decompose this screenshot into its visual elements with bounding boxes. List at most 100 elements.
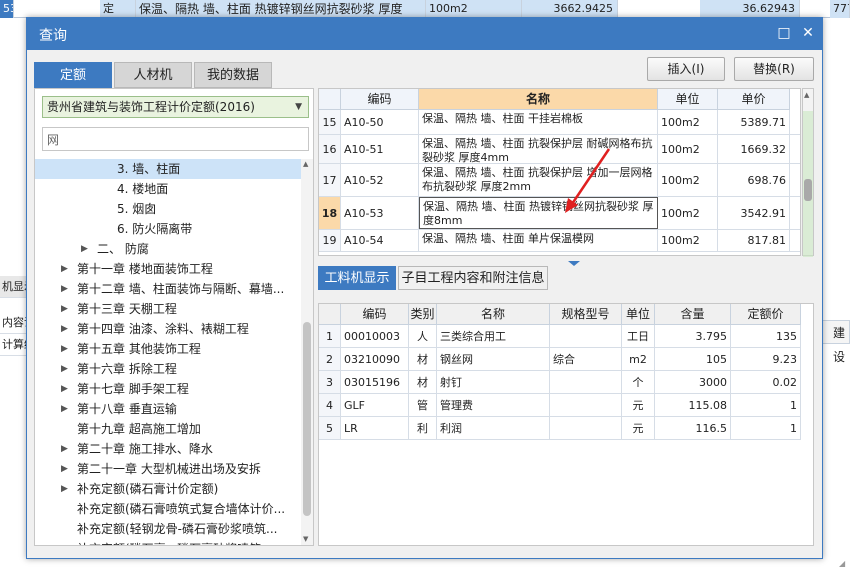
tree-node[interactable]: ▶ 第十八章 垂直运输 [35,399,301,419]
grid-header-code[interactable]: 编码 [341,89,419,110]
tab-content-notes[interactable]: 子目工程内容和附注信息 [398,266,548,290]
replace-button[interactable]: 替换(R) [734,57,814,81]
chevron-right-icon[interactable]: ▶ [61,319,68,339]
chevron-right-icon[interactable]: ▶ [61,439,68,459]
close-icon[interactable]: ✕ [799,24,817,42]
tree-node[interactable]: ▶ 第十二章 墙、柱面装饰与隔断、幕墙... [35,279,301,299]
tree-node-label: 第二十章 施工排水、降水 [77,442,213,456]
grid-header-price[interactable]: 单价 [718,89,790,110]
background-grid-row: 53 定 保温、隔热 墙、柱面 热镀锌钢丝网抗裂砂浆 厚度 100m2 3662… [0,0,850,18]
resize-grip-icon[interactable]: ◢ [839,559,849,569]
tree-node[interactable]: 补充定额(轻钢龙骨-磷石膏砂浆喷筑... [35,519,301,539]
tab-my-data[interactable]: 我的数据 [194,62,272,88]
quota-unit: 100m2 [658,135,718,163]
grid-header-name[interactable]: 名称 [437,304,550,325]
tree-node[interactable]: ▶ 第十六章 拆除工程 [35,359,301,379]
tree-node-label: 6. 防火隔离带 [117,222,193,236]
grid-header-type[interactable]: 类别 [409,304,437,325]
tree-node[interactable]: ▶ 第十七章 脚手架工程 [35,379,301,399]
tree-node-label: 3. 墙、柱面 [117,162,181,176]
scroll-up-icon[interactable]: ▲ [804,91,809,99]
quota-grid: 编码 名称 单位 单价 15 A10-50 保温、隔热 墙、柱面 干挂岩棉板 100m… [318,88,801,256]
grid-header-price[interactable]: 定额价 [731,304,801,325]
grid-header-unit[interactable]: 单位 [658,89,718,110]
chevron-right-icon[interactable]: ▶ [61,339,68,359]
tab-quota[interactable]: 定额 [34,62,112,88]
resource-code: LR [341,417,409,439]
quota-unit: 100m2 [658,197,718,229]
tab-resource-display[interactable]: 工料机显示 [318,266,396,290]
resource-code: 03015196 [341,371,409,393]
tree-node[interactable]: ▶ 第十五章 其他装饰工程 [35,339,301,359]
chevron-right-icon[interactable]: ▶ [61,359,68,379]
dialog-titlebar[interactable]: 查询 □ ✕ [27,18,822,50]
quota-row[interactable]: 15 A10-50 保温、隔热 墙、柱面 干挂岩棉板 100m2 5389.71 [319,110,800,135]
tree-scrollbar[interactable]: ▲ ▼ [301,159,313,545]
tree-node[interactable]: ▶ 第十三章 天棚工程 [35,299,301,319]
resource-spec: 综合 [550,348,622,370]
tree-node[interactable]: 第十九章 超高施工增加 [35,419,301,439]
resource-row[interactable]: 2 03210090 材钢丝网 综合 m2 105 9.23 [319,348,801,371]
restore-icon[interactable]: □ [775,24,793,42]
chevron-right-icon[interactable]: ▶ [61,299,68,319]
grid-header-code[interactable]: 编码 [341,304,409,325]
tree-node[interactable]: 3. 墙、柱面 [35,159,301,179]
resource-code: GLF [341,394,409,416]
quota-grid-scrollbar-thumb[interactable] [804,179,812,201]
scroll-down-icon[interactable]: ▼ [303,535,308,543]
library-select[interactable]: 贵州省建筑与装饰工程计价定额(2016) ▼ [42,96,309,118]
chevron-right-icon[interactable]: ▶ [61,459,68,479]
chevron-right-icon[interactable]: ▶ [61,279,68,299]
tree-node-label: 第十七章 脚手架工程 [77,382,189,396]
chevron-right-icon[interactable]: ▶ [61,479,68,499]
quota-name: 保温、隔热 墙、柱面 单片保温模网 [419,230,658,251]
grid-header-spec[interactable]: 规格型号 [550,304,622,325]
quota-row[interactable]: 19 A10-54 保温、隔热 墙、柱面 单片保温模网 100m2 817.81 [319,230,800,252]
resource-row[interactable]: 5 LR 利利润 元 116.5 1 [319,417,801,440]
tree-node[interactable]: ▶ 第十一章 楼地面装饰工程 [35,259,301,279]
tree-scrollbar-thumb[interactable] [303,322,311,516]
tree-node[interactable]: ▶ 第二十一章 大型机械进出场及安拆 [35,459,301,479]
quota-library-panel: 贵州省建筑与装饰工程计价定额(2016) ▼ 3. 墙、柱面 4. 楼地面 5. 烟… [34,88,314,546]
quota-name: 保温、隔热 墙、柱面 干挂岩棉板 [419,110,658,134]
quota-row[interactable]: 16 A10-51 保温、隔热 墙、柱面 抗裂保护层 耐碱网格布抗裂砂浆 厚度4mm… [319,135,800,164]
tree-node[interactable]: ▶ 第十四章 油漆、涂料、裱糊工程 [35,319,301,339]
insert-button[interactable]: 插入(I) [647,57,725,81]
grid-header-unit[interactable]: 单位 [622,304,655,325]
quota-grid-scrollbar[interactable]: ▲ [802,88,814,257]
tree-node[interactable]: 6. 防火隔离带 [35,219,301,239]
tree-node[interactable]: 补充定额(磷石膏喷筑式复合墙体计价... [35,499,301,519]
chevron-right-icon[interactable]: ▶ [61,379,68,399]
tree-node[interactable]: ▶ 补充定额(磷石膏计价定额) [35,479,301,499]
quota-price: 817.81 [718,230,790,251]
quota-price: 5389.71 [718,110,790,134]
bg-cell-rowno: 53 [0,0,14,18]
resource-type: 人 [409,325,437,347]
tree-node[interactable]: 4. 楼地面 [35,179,301,199]
quota-row[interactable]: 17 A10-52 保温、隔热 墙、柱面 抗裂保护层 增加一层网格布抗裂砂浆 厚度2… [319,164,800,197]
splitter-handle[interactable] [562,256,586,266]
tree-node[interactable]: ▶ 二、 防腐 [35,239,301,259]
tree-node[interactable]: ▶ 第二十章 施工排水、降水 [35,439,301,459]
grid-header-qty[interactable]: 含量 [655,304,731,325]
quota-row[interactable]: 18 A10-53 保温、隔热 墙、柱面 热镀锌钢丝网抗裂砂浆 厚度8mm 100m2… [319,197,800,230]
quota-name: 保温、隔热 墙、柱面 热镀锌钢丝网抗裂砂浆 厚度8mm [419,197,658,229]
library-select-value: 贵州省建筑与装饰工程计价定额(2016) [47,100,255,114]
tree-node[interactable]: 补充定额(磷石膏...磷石膏砂浆喷筑... [35,539,301,545]
grid-header-name[interactable]: 名称 [419,89,658,110]
scroll-up-icon[interactable]: ▲ [303,160,308,168]
tree-node[interactable]: 5. 烟囱 [35,199,301,219]
resource-row[interactable]: 1 00010003 人三类综合用工 工日 3.795 135 [319,325,801,348]
tree-node-label: 第十八章 垂直运输 [77,402,177,416]
resource-row[interactable]: 3 03015196 材射钉 个 3000 0.02 [319,371,801,394]
chevron-right-icon[interactable]: ▶ [61,399,68,419]
search-input[interactable] [42,127,309,151]
tab-resources[interactable]: 人材机 [114,62,192,88]
resource-row[interactable]: 4 GLF 管管理费 元 115.08 1 [319,394,801,417]
chevron-down-icon[interactable]: ▼ [295,97,302,117]
quota-code: A10-54 [341,230,419,251]
tree-node-label: 第二十一章 大型机械进出场及安拆 [77,462,261,476]
bg-right-cell: 建设 [822,320,850,364]
chevron-right-icon[interactable]: ▶ [81,239,88,259]
chevron-right-icon[interactable]: ▶ [61,259,68,279]
